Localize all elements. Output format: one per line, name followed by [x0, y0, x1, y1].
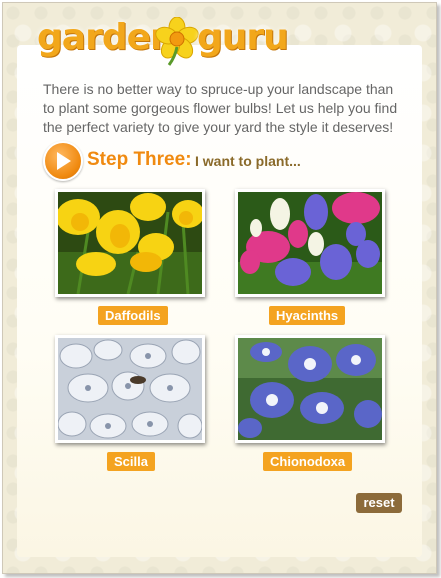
step-header: Step Three: I want to plant... — [43, 141, 373, 181]
step-instruction: I want to plant... — [195, 153, 301, 169]
flower-label-daffodils[interactable]: Daffodils — [98, 306, 168, 325]
logo-word-guru: guru — [197, 17, 289, 58]
flower-label-hyacinths[interactable]: Hyacinths — [269, 306, 346, 325]
play-arrow-icon — [57, 152, 71, 170]
app-frame: garden guru There is no better way to sp… — [2, 2, 437, 574]
intro-text: There is no better way to spruce-up your… — [43, 81, 398, 135]
daffodil-logo-icon — [155, 17, 199, 66]
flower-label-scilla[interactable]: Scilla — [107, 452, 155, 471]
logo-word-garden: garden — [37, 17, 176, 58]
reset-button[interactable]: reset — [356, 493, 402, 513]
step-number: Step Three: — [87, 149, 192, 170]
flower-label-chionodoxa[interactable]: Chionodoxa — [263, 452, 353, 471]
hyacinths-photo[interactable] — [235, 189, 385, 297]
scilla-photo[interactable] — [55, 335, 205, 443]
chionodoxa-photo[interactable] — [235, 335, 385, 443]
daffodils-photo[interactable] — [55, 189, 205, 297]
step-arrow-button[interactable] — [43, 141, 83, 181]
